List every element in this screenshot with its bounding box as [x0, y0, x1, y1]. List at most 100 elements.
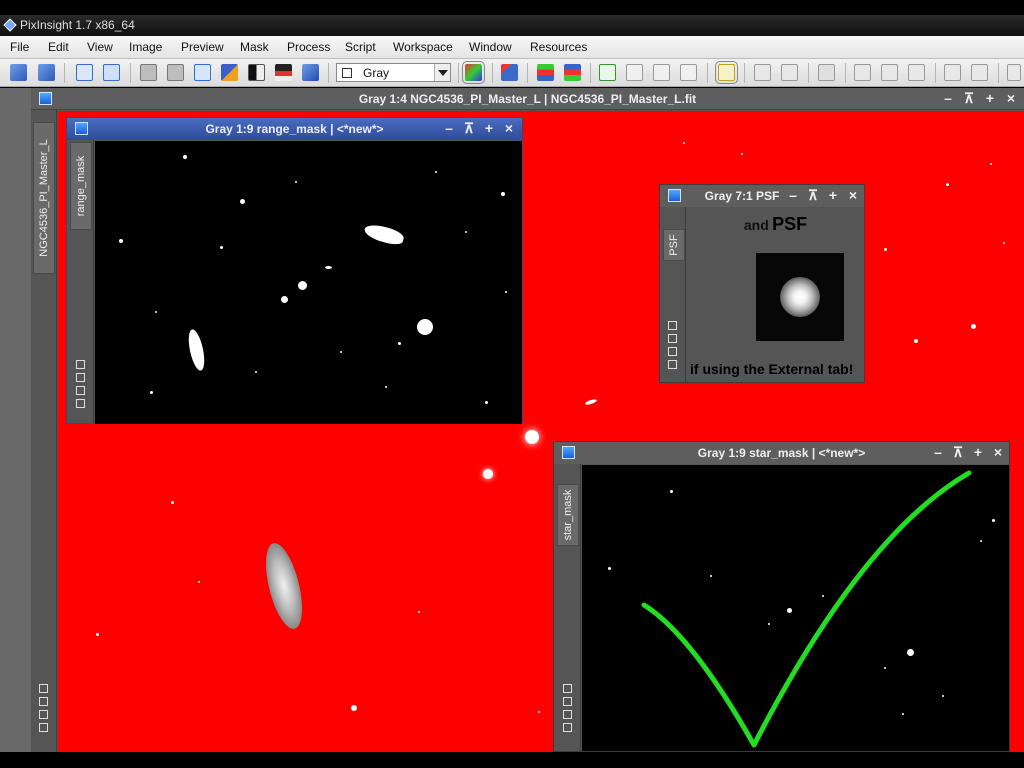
psf-sidebar: PSF: [660, 207, 686, 382]
main-window-titlebar[interactable]: Gray 1:4 NGC4536_PI_Master_L | NGC4536_P…: [31, 88, 1024, 110]
menu-mask[interactable]: Mask: [240, 40, 269, 54]
identifier-icon[interactable]: [76, 64, 93, 81]
sidebar-tool-icon[interactable]: [39, 684, 48, 693]
color-image-icon[interactable]: [221, 64, 238, 81]
shade-icon[interactable]: ⊼: [806, 188, 820, 202]
invert-icon[interactable]: [248, 64, 265, 81]
close-icon[interactable]: ×: [846, 188, 860, 202]
sidebar-tool-icon[interactable]: [75, 399, 85, 408]
range-mask-canvas[interactable]: [95, 141, 522, 424]
sidebar-tool-icon[interactable]: [39, 710, 48, 719]
image-icon[interactable]: [140, 64, 157, 81]
rgb-stack-alt-icon[interactable]: [564, 64, 581, 81]
mask-icon[interactable]: [275, 64, 292, 81]
pan-icon[interactable]: [818, 64, 835, 81]
close-icon[interactable]: ×: [1004, 91, 1018, 105]
minimize-icon[interactable]: –: [931, 445, 945, 459]
menu-process[interactable]: Process: [287, 40, 330, 54]
sidebar-tool-icon[interactable]: [39, 723, 48, 732]
menu-window[interactable]: Window: [469, 40, 512, 54]
menu-file[interactable]: File: [10, 40, 29, 54]
sidebar-tool-icon[interactable]: [668, 321, 677, 330]
minimize-icon[interactable]: –: [941, 91, 955, 105]
zoom-to-fit-icon[interactable]: [908, 64, 925, 81]
delete-all-previews-icon[interactable]: [680, 64, 697, 81]
duplicate-icon[interactable]: [103, 64, 120, 81]
redo-icon[interactable]: [38, 64, 55, 81]
sidebar-tool-icon[interactable]: [668, 334, 677, 343]
sidebar-tool-icon[interactable]: [668, 347, 677, 356]
maximize-icon[interactable]: +: [983, 91, 997, 105]
new-preview-icon[interactable]: [599, 64, 616, 81]
menu-workspace[interactable]: Workspace: [393, 40, 453, 54]
menu-resources[interactable]: Resources: [530, 40, 587, 54]
minimize-icon[interactable]: –: [786, 188, 800, 202]
fit-view-icon[interactable]: [854, 64, 871, 81]
zoom-out-icon[interactable]: [754, 64, 771, 81]
rgb-stack-icon[interactable]: [537, 64, 554, 81]
rgb-channels-icon[interactable]: [462, 61, 485, 84]
range-mask-view-tab[interactable]: range_mask: [70, 142, 92, 230]
close-icon[interactable]: ×: [502, 121, 516, 135]
app-title: PixInsight 1.7 x86_64: [20, 18, 135, 32]
undo-icon[interactable]: [10, 64, 27, 81]
maximize-icon[interactable]: +: [826, 188, 840, 202]
star-mask-sidebar: star_mask: [554, 464, 581, 751]
shade-icon[interactable]: ⊼: [462, 121, 476, 135]
star: [295, 181, 297, 183]
close-icon[interactable]: ×: [991, 445, 1005, 459]
main-window-view-tab[interactable]: NGC4536_PI_Master_L: [33, 122, 55, 274]
star: [584, 398, 598, 406]
sidebar-tool-icon[interactable]: [75, 360, 85, 369]
psf-view-tab[interactable]: PSF: [663, 229, 685, 261]
star: [155, 311, 157, 313]
menu-edit[interactable]: Edit: [48, 40, 69, 54]
process-icon[interactable]: [944, 64, 961, 81]
sidebar-tool-icon[interactable]: [39, 697, 48, 706]
zoom-1-1-icon[interactable]: [881, 64, 898, 81]
range-mask-titlebar[interactable]: Gray 1:9 range_mask | <*new*> – ⊼ + ×: [67, 118, 522, 140]
toolbar-overflow-icon[interactable]: [1007, 64, 1021, 81]
star-mask-canvas[interactable]: [582, 465, 1009, 751]
dropdown-arrow-icon[interactable]: [434, 64, 450, 81]
new-image-icon[interactable]: [194, 64, 211, 81]
menu-view[interactable]: View: [87, 40, 113, 54]
delete-preview-icon[interactable]: [653, 64, 670, 81]
menu-image[interactable]: Image: [129, 40, 162, 54]
zoom-in-icon[interactable]: [781, 64, 798, 81]
sidebar-tool-icon[interactable]: [668, 360, 677, 369]
sidebar-tool-icon[interactable]: [562, 723, 572, 732]
toolbar-separator: [492, 63, 493, 83]
stf-icon[interactable]: [501, 64, 518, 81]
psf-canvas[interactable]: and PSF: [687, 208, 864, 382]
display-mode-select[interactable]: Gray: [336, 63, 451, 82]
minimize-icon[interactable]: –: [442, 121, 456, 135]
star: [351, 705, 357, 711]
shade-icon[interactable]: ⊼: [962, 91, 976, 105]
sidebar-tool-icon[interactable]: [562, 684, 572, 693]
star: [398, 342, 401, 345]
toolbar-separator: [935, 63, 936, 83]
shade-icon[interactable]: ⊼: [951, 445, 965, 459]
star-mask-view-tab[interactable]: star_mask: [557, 484, 579, 546]
sidebar-tool-icon[interactable]: [75, 373, 85, 382]
galaxy-mask: [185, 328, 208, 372]
process-console-icon[interactable]: [971, 64, 988, 81]
image-copy-icon[interactable]: [167, 64, 184, 81]
checkmark-annotation: [641, 470, 972, 748]
toolbar-separator: [527, 63, 528, 83]
psf-caption: and PSF: [687, 214, 864, 235]
maximize-icon[interactable]: +: [971, 445, 985, 459]
screen-transfer-icon[interactable]: [302, 64, 319, 81]
menu-preview[interactable]: Preview: [181, 40, 224, 54]
sidebar-tool-icon[interactable]: [562, 710, 572, 719]
edit-preview-icon[interactable]: [626, 64, 643, 81]
readout-mode-icon[interactable]: [715, 61, 738, 84]
star: [240, 199, 245, 204]
star-mask-titlebar[interactable]: Gray 1:9 star_mask | <*new*> – ⊼ + ×: [554, 442, 1009, 464]
sidebar-tool-icon[interactable]: [562, 697, 572, 706]
psf-titlebar[interactable]: Gray 7:1 PSF – ⊼ + ×: [660, 185, 864, 207]
maximize-icon[interactable]: +: [482, 121, 496, 135]
sidebar-tool-icon[interactable]: [75, 386, 85, 395]
menu-script[interactable]: Script: [345, 40, 376, 54]
